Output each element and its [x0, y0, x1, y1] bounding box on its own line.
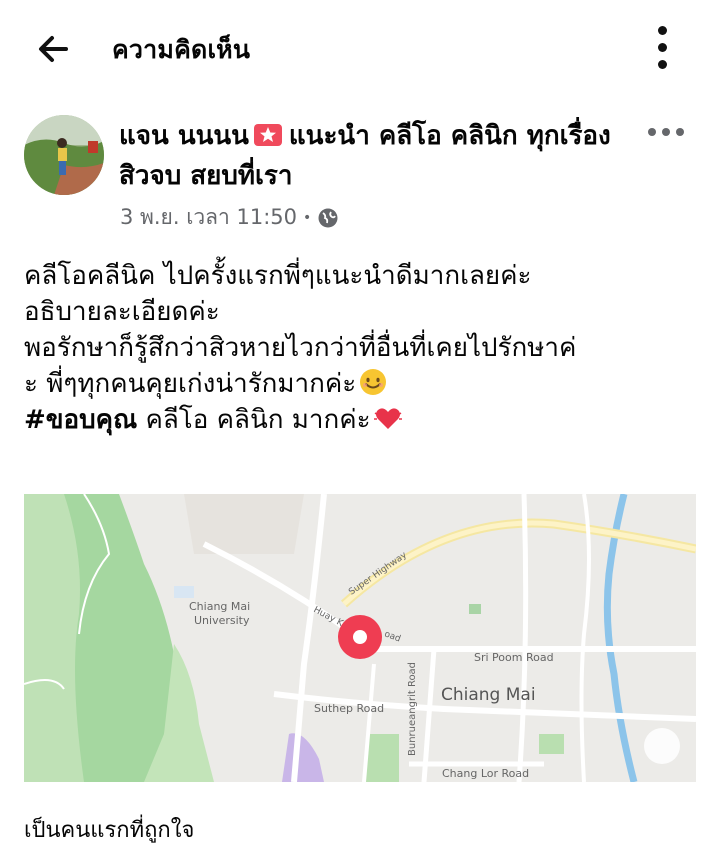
- page-title: ความคิดเห็น: [112, 35, 251, 64]
- map-road-bunrueangrit: Bunrueangrit Road: [407, 661, 418, 756]
- avatar[interactable]: [24, 115, 104, 195]
- map-road-sri-poom: Sri Poom Road: [474, 651, 554, 664]
- more-horizontal-icon[interactable]: [648, 127, 684, 139]
- map-road-chang-lor: Chang Lor Road: [442, 767, 530, 780]
- back-arrow-icon[interactable]: [30, 26, 76, 72]
- post-line-with-emoji: ะ พี่ๆทุกคนคุยเก่งน่ารักมากค่ะ: [24, 366, 699, 402]
- post-line: คลีโอ คลินิก มากค่ะ: [137, 405, 371, 435]
- post-author-line: แจน นนนน แนะนำ คลีโอ คลินิก ทุกเรื่องสิวจ…: [119, 116, 639, 196]
- locate-icon[interactable]: [644, 728, 680, 764]
- location-map[interactable]: Chiang Mai University Super Highway Huay…: [24, 494, 696, 782]
- map-city-label: Chiang Mai: [441, 685, 536, 705]
- globe-icon: [318, 208, 338, 227]
- post-line: พอรักษาก็รู้สึกว่าสิวหายไวกว่าที่อื่นที่…: [24, 333, 577, 363]
- meta-separator: •: [303, 209, 312, 226]
- kebab-menu-icon[interactable]: [648, 22, 678, 74]
- heart-emoji-icon: [373, 408, 402, 429]
- post-line: ะ พี่ๆทุกคนคุยเก่งน่ารักมากค่ะ: [24, 369, 357, 399]
- post-line: อธิบายละเอียดค่ะ: [24, 297, 220, 327]
- map-label-university: University: [194, 614, 250, 627]
- star-badge-icon: [253, 124, 282, 146]
- hashtag-link[interactable]: #ขอบคุณ: [24, 405, 137, 435]
- first-like-prompt[interactable]: เป็นคนแรกที่ถูกใจ: [24, 812, 194, 847]
- post-meta: 3 พ.ย. เวลา 11:50 •: [120, 201, 339, 234]
- post-line: คลีโอคลีนิค ไปครั้งแรกพี่ๆแนะนำดีมากเลยค…: [24, 261, 532, 291]
- map-road-suthep: Suthep Road: [314, 702, 385, 715]
- top-bar: ความคิดเห็น: [0, 0, 719, 96]
- map-label-university: Chiang Mai: [189, 600, 251, 613]
- post-timestamp[interactable]: 3 พ.ย. เวลา 11:50: [120, 201, 297, 234]
- map-canvas: [24, 494, 696, 782]
- smile-emoji-icon: [360, 369, 387, 395]
- post-line-with-hashtag: #ขอบคุณ คลีโอ คลินิก มากค่ะ: [24, 402, 699, 438]
- post-body: คลีโอคลีนิค ไปครั้งแรกพี่ๆแนะนำดีมากเลยค…: [24, 258, 699, 438]
- author-name[interactable]: แจน นนนน: [119, 121, 249, 151]
